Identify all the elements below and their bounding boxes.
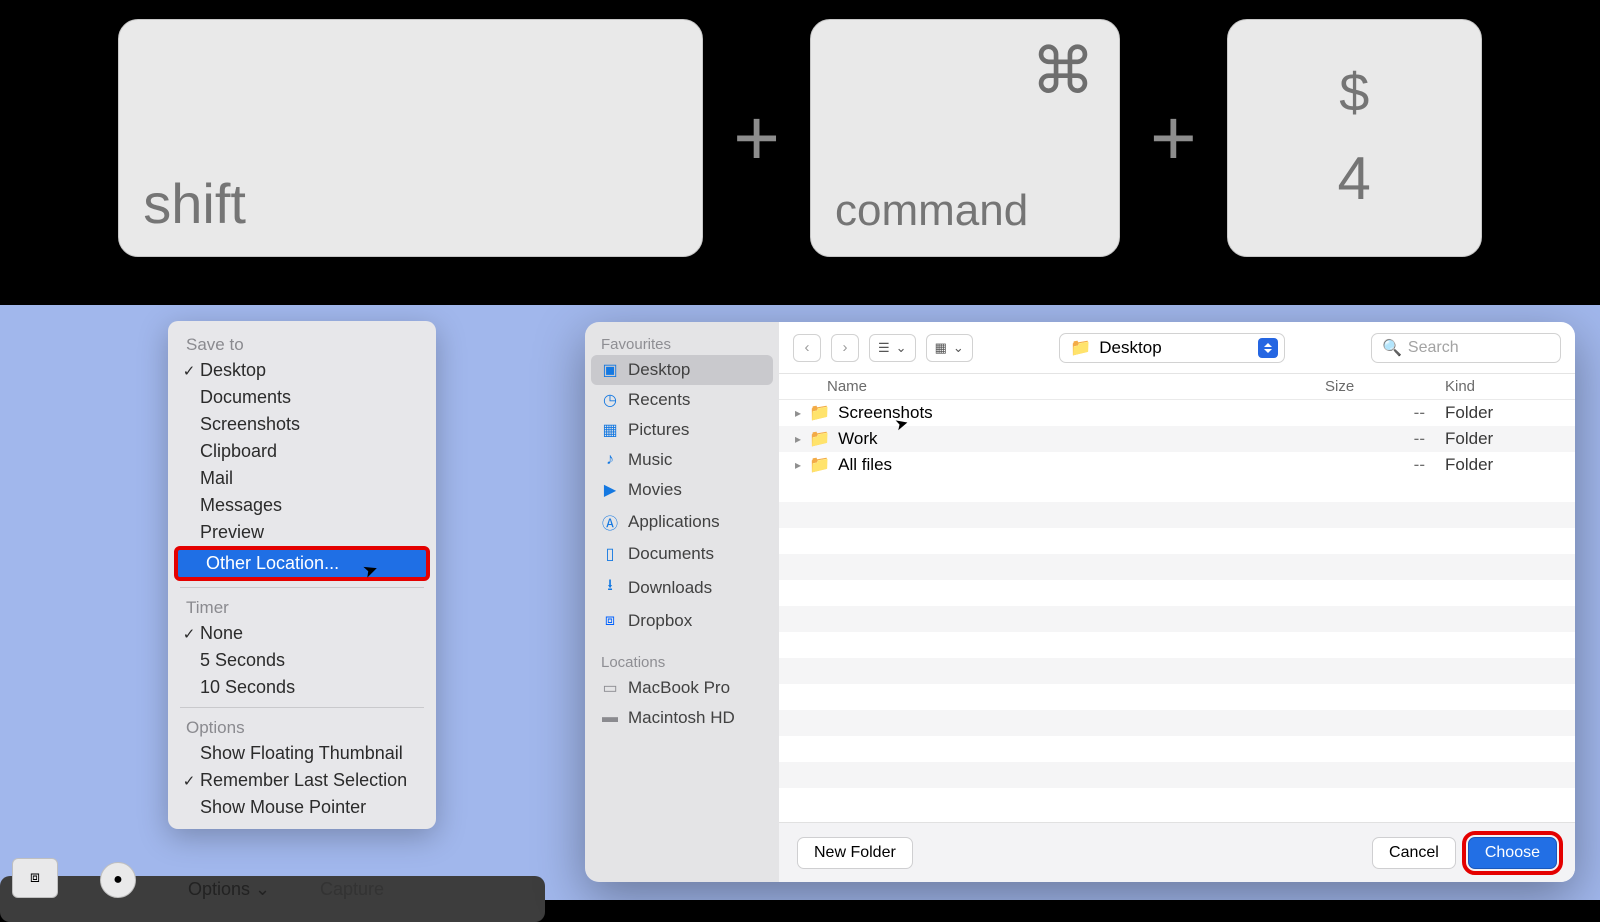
pictures-icon: ▦ bbox=[601, 420, 619, 440]
menu-item-other-location[interactable]: Other Location... ➤ bbox=[174, 546, 430, 581]
cancel-button[interactable]: Cancel bbox=[1372, 837, 1456, 869]
file-picker-dialog: Favourites ▣ Desktop ◷ Recents ▦ Picture… bbox=[585, 322, 1575, 882]
menu-item-timer-10[interactable]: 10 Seconds bbox=[172, 674, 432, 701]
clock-icon: ◷ bbox=[601, 390, 619, 410]
sidebar-item-movies[interactable]: ▶ Movies bbox=[591, 475, 773, 505]
capture-button[interactable]: Capture bbox=[320, 879, 384, 900]
screenshot-record-button[interactable]: ● bbox=[100, 862, 136, 898]
dropbox-icon: ⧈ bbox=[601, 612, 619, 630]
search-input[interactable]: 🔍 Search bbox=[1371, 333, 1561, 363]
menu-item-messages[interactable]: Messages bbox=[172, 492, 432, 519]
applications-icon: Ⓐ bbox=[601, 510, 619, 534]
record-icon: ● bbox=[113, 871, 123, 889]
choose-button[interactable]: Choose bbox=[1468, 837, 1557, 869]
dialog-footer: New Folder Cancel Choose bbox=[779, 822, 1575, 882]
finder-toolbar: ‹ › ☰ ⌄ ▦ ⌄ 📁 Desktop bbox=[779, 322, 1575, 374]
column-kind[interactable]: Kind bbox=[1445, 378, 1575, 395]
chevron-left-icon: ‹ bbox=[805, 339, 810, 356]
folder-icon: ▣ bbox=[601, 360, 619, 380]
sidebar-item-macintosh-hd[interactable]: ▬ Macintosh HD bbox=[591, 703, 773, 733]
sidebar-item-macbook-pro[interactable]: ▭ MacBook Pro bbox=[591, 673, 773, 703]
command-symbol-icon: ⌘ bbox=[1031, 34, 1095, 109]
disclosure-icon[interactable]: ▸ bbox=[787, 458, 809, 472]
menu-item-screenshots[interactable]: Screenshots bbox=[172, 411, 432, 438]
menu-section-save-to: Save to bbox=[172, 331, 432, 357]
sidebar-item-music[interactable]: ♪ Music bbox=[591, 445, 773, 475]
key-command: ⌘ command bbox=[810, 19, 1120, 257]
disk-icon: ▬ bbox=[601, 709, 619, 727]
screenshot-selection-button[interactable]: ⧈ bbox=[12, 858, 58, 898]
disclosure-icon[interactable]: ▸ bbox=[787, 432, 809, 446]
folder-icon: 📁 bbox=[809, 455, 830, 475]
selection-icon: ⧈ bbox=[30, 869, 40, 887]
sidebar-item-desktop[interactable]: ▣ Desktop bbox=[591, 355, 773, 385]
column-size[interactable]: Size bbox=[1325, 378, 1445, 395]
folder-icon: 📁 bbox=[809, 403, 830, 423]
chevron-right-icon: › bbox=[843, 339, 848, 356]
keyboard-shortcut-banner: shift + ⌘ command + $ 4 bbox=[0, 0, 1600, 275]
chevron-down-icon: ⌄ bbox=[896, 340, 907, 356]
menu-item-floating-thumbnail[interactable]: Show Floating Thumbnail bbox=[172, 740, 432, 767]
list-icon: ☰ bbox=[878, 340, 890, 356]
sidebar-item-applications[interactable]: Ⓐ Applications bbox=[591, 505, 773, 539]
menu-item-timer-none[interactable]: ✓None bbox=[172, 620, 432, 647]
plus-icon: + bbox=[733, 98, 780, 178]
sidebar-item-recents[interactable]: ◷ Recents bbox=[591, 385, 773, 415]
column-name[interactable]: Name bbox=[779, 378, 1325, 395]
movies-icon: ▶ bbox=[601, 480, 619, 500]
menu-item-documents[interactable]: Documents bbox=[172, 384, 432, 411]
screenshot-toolbar bbox=[0, 876, 545, 922]
menu-item-mail[interactable]: Mail bbox=[172, 465, 432, 492]
menu-item-show-pointer[interactable]: Show Mouse Pointer bbox=[172, 794, 432, 821]
search-icon: 🔍 bbox=[1382, 338, 1402, 358]
back-button[interactable]: ‹ bbox=[793, 334, 821, 362]
horizontal-scrollbar[interactable] bbox=[779, 802, 1365, 814]
menu-section-options: Options bbox=[172, 714, 432, 740]
key-4: $ 4 bbox=[1227, 19, 1482, 257]
folder-icon: 📁 bbox=[809, 429, 830, 449]
options-menu: Save to ✓Desktop Documents Screenshots C… bbox=[168, 321, 436, 829]
file-row[interactable]: ▸ 📁 All files -- Folder bbox=[779, 452, 1575, 478]
location-dropdown[interactable]: 📁 Desktop bbox=[1059, 333, 1285, 363]
view-list-button[interactable]: ☰ ⌄ bbox=[869, 334, 916, 362]
dropdown-arrows-icon bbox=[1258, 338, 1278, 358]
empty-rows bbox=[779, 476, 1575, 814]
column-headers: Name Size Kind bbox=[779, 374, 1575, 400]
sidebar-item-downloads[interactable]: ⭳ Downloads bbox=[591, 569, 773, 606]
laptop-icon: ▭ bbox=[601, 678, 619, 698]
cursor-icon: ➤ bbox=[360, 558, 381, 583]
folder-icon: 📁 bbox=[1070, 338, 1091, 358]
sidebar-item-documents[interactable]: ▯ Documents bbox=[591, 539, 773, 569]
menu-item-clipboard[interactable]: Clipboard bbox=[172, 438, 432, 465]
disclosure-icon[interactable]: ▸ bbox=[787, 406, 809, 420]
options-dropdown[interactable]: Options ⌄ bbox=[188, 879, 270, 900]
plus-icon: + bbox=[1150, 98, 1197, 178]
chevron-down-icon: ⌄ bbox=[953, 340, 964, 356]
sidebar-section-favourites: Favourites bbox=[591, 332, 773, 355]
desktop-area: ⧈ ● Options ⌄ Capture Save to ✓Desktop D… bbox=[0, 305, 1600, 900]
menu-item-desktop[interactable]: ✓Desktop bbox=[172, 357, 432, 384]
finder-sidebar: Favourites ▣ Desktop ◷ Recents ▦ Picture… bbox=[585, 322, 779, 882]
key-shift: shift bbox=[118, 19, 703, 257]
new-folder-button[interactable]: New Folder bbox=[797, 837, 913, 869]
view-grid-button[interactable]: ▦ ⌄ bbox=[926, 334, 973, 362]
forward-button[interactable]: › bbox=[831, 334, 859, 362]
sidebar-section-locations: Locations bbox=[591, 650, 773, 673]
menu-item-timer-5[interactable]: 5 Seconds bbox=[172, 647, 432, 674]
downloads-icon: ⭳ bbox=[601, 574, 619, 601]
sidebar-item-pictures[interactable]: ▦ Pictures bbox=[591, 415, 773, 445]
grid-icon: ▦ bbox=[935, 340, 947, 356]
sidebar-item-dropbox[interactable]: ⧈ Dropbox bbox=[591, 606, 773, 636]
documents-icon: ▯ bbox=[601, 544, 619, 564]
menu-item-remember-last[interactable]: ✓Remember Last Selection bbox=[172, 767, 432, 794]
finder-main: ‹ › ☰ ⌄ ▦ ⌄ 📁 Desktop bbox=[779, 322, 1575, 882]
music-icon: ♪ bbox=[601, 451, 619, 469]
menu-section-timer: Timer bbox=[172, 594, 432, 620]
menu-item-preview[interactable]: Preview bbox=[172, 519, 432, 546]
